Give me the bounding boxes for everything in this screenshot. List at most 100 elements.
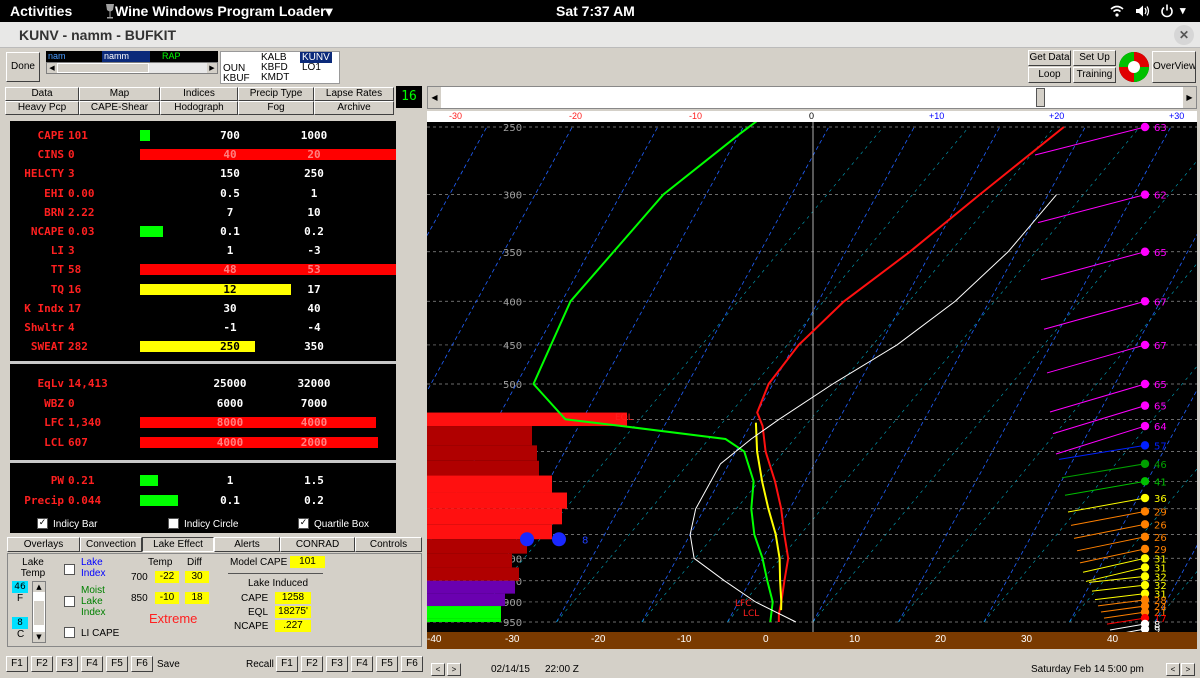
model-option-selected[interactable]: namm	[102, 51, 150, 62]
tab-heavy-pcp[interactable]: Heavy Pcp	[5, 101, 79, 115]
isobar-label: 500	[503, 380, 522, 391]
overview-button[interactable]: OverView	[1152, 51, 1196, 83]
spin-up-icon[interactable]: ▲	[33, 582, 45, 592]
fkey-save-group: F1 F2 F3 F4 F5 F6	[6, 656, 156, 672]
scroll-thumb[interactable]	[57, 63, 149, 73]
skew-t-chart[interactable]: 2503003504004505005506006507007508008509…	[427, 122, 1197, 632]
index-bar	[140, 264, 396, 276]
fkey-button[interactable]: F6	[131, 656, 153, 672]
lake-temp-slider[interactable]: ▲ ▼	[32, 581, 46, 643]
tab-overlays[interactable]: Overlays	[7, 537, 80, 552]
training-button[interactable]: Training	[1073, 67, 1116, 83]
clock[interactable]: Sat 7:37 AM	[556, 3, 635, 19]
time-scroll-thumb[interactable]	[1036, 88, 1045, 107]
index-value: 17	[68, 301, 82, 315]
activities-button[interactable]: Activities	[10, 3, 72, 19]
lake-temp-slider-thumb[interactable]	[33, 600, 45, 626]
tab-convection[interactable]: Convection	[80, 537, 142, 552]
index-row: PW 0.21 1 1.5	[10, 474, 396, 488]
fkey-button[interactable]: F4	[81, 656, 103, 672]
power-icon[interactable]	[1160, 4, 1174, 21]
fkey-button[interactable]: F6	[401, 656, 423, 672]
tab-data[interactable]: Data	[5, 87, 79, 101]
li-cape-checkbox[interactable]	[64, 627, 75, 638]
moisture-bar	[427, 492, 567, 509]
volume-icon[interactable]	[1135, 4, 1151, 21]
quartile-75: 4000	[300, 416, 328, 429]
system-top-bar: Activities Wine Windows Program Loader▾ …	[0, 0, 1200, 22]
index-label: CAPE	[37, 129, 65, 142]
wind-speed-label: 46	[1154, 460, 1167, 471]
lake-temp-f-unit: F	[17, 593, 24, 604]
indicy-circle-checkbox[interactable]	[168, 518, 179, 529]
lcl-label: LCL	[743, 609, 759, 619]
close-icon[interactable]: ✕	[1174, 25, 1194, 45]
quartile-25: 4000	[216, 435, 244, 449]
prev-icon[interactable]: <	[1166, 663, 1180, 676]
scroll-right-icon[interactable]: ▶	[1183, 87, 1196, 108]
indicy-bar-checkbox[interactable]: ✓	[37, 518, 48, 529]
index-row: Shwltr 4 -1 -4	[10, 321, 396, 335]
next-icon[interactable]: >	[447, 663, 461, 676]
tab-archive[interactable]: Archive	[314, 101, 394, 115]
tab-controls[interactable]: Controls	[355, 537, 422, 552]
set-up-button[interactable]: Set Up	[1073, 50, 1116, 66]
index-bar	[140, 130, 151, 141]
fkey-button[interactable]: F4	[351, 656, 373, 672]
prev-icon[interactable]: <	[431, 663, 445, 676]
station-item[interactable]: LO1	[302, 62, 321, 73]
time-scrollbar[interactable]: ◀ ▶	[427, 86, 1197, 109]
top-axis-tick: -10	[689, 111, 703, 121]
index-value: 282	[68, 340, 88, 354]
fkey-button[interactable]: F3	[326, 656, 348, 672]
model-option[interactable]: nam	[48, 51, 66, 61]
next-icon[interactable]: >	[1181, 663, 1195, 676]
fkey-button[interactable]: F1	[6, 656, 28, 672]
bufkit-logo[interactable]	[1118, 51, 1150, 83]
spin-down-icon[interactable]: ▼	[33, 632, 45, 642]
fkey-button[interactable]: F2	[301, 656, 323, 672]
lake-index-checkbox[interactable]	[64, 564, 75, 575]
scroll-left-icon[interactable]: ◀	[47, 63, 57, 73]
model-scrollbar[interactable]: ◀ ▶	[46, 62, 218, 74]
fkey-button[interactable]: F5	[106, 656, 128, 672]
tab-cape-shear[interactable]: CAPE-Shear	[79, 101, 160, 115]
quartile-box-checkbox[interactable]: ✓	[298, 518, 309, 529]
wifi-icon[interactable]	[1110, 4, 1124, 21]
model-option[interactable]: RAP	[162, 51, 181, 61]
wind-barb	[1070, 510, 1146, 526]
tab-map[interactable]: Map	[79, 87, 160, 101]
tab-alerts[interactable]: Alerts	[214, 537, 280, 552]
tab-fog[interactable]: Fog	[238, 101, 314, 115]
fkey-button[interactable]: F1	[276, 656, 298, 672]
tab-indices[interactable]: Indices	[160, 87, 238, 101]
index-label: LCL	[44, 435, 64, 449]
get-data-button[interactable]: Get Data	[1028, 50, 1071, 66]
quartile-25: 250	[220, 340, 240, 354]
station-item[interactable]: KMDT	[261, 72, 289, 83]
moist-lake-index-label: Moist Lake Index	[81, 585, 106, 618]
indicy-bar-label: Indicy Bar	[53, 519, 98, 530]
chevron-down-icon[interactable]: ▾	[1180, 4, 1186, 17]
scroll-left-icon[interactable]: ◀	[428, 87, 441, 108]
index-label: TQ	[50, 282, 64, 296]
tab-conrad[interactable]: CONRAD	[280, 537, 355, 552]
wind-speed-label: 62	[1154, 191, 1167, 202]
tab-lapse-rates[interactable]: Lapse Rates	[314, 87, 394, 101]
tab-precip-type[interactable]: Precip Type	[238, 87, 314, 101]
station-item[interactable]: KBUF	[223, 73, 250, 84]
fkey-button[interactable]: F3	[56, 656, 78, 672]
fkey-button[interactable]: F2	[31, 656, 53, 672]
moist-lake-index-checkbox[interactable]	[64, 596, 75, 607]
done-button[interactable]: Done	[6, 52, 40, 82]
station-list[interactable]: OUN KBUF KALB KBFD KMDT KUNV LO1	[220, 51, 340, 84]
tab-lake-effect[interactable]: Lake Effect	[142, 537, 214, 552]
top-axis-tick: +30	[1169, 111, 1185, 121]
quartile-box-label: Quartile Box	[314, 519, 370, 530]
loop-button[interactable]: Loop	[1028, 67, 1071, 83]
fkey-button[interactable]: F5	[376, 656, 398, 672]
app-menu[interactable]: Wine Windows Program Loader▾	[115, 3, 333, 20]
scroll-right-icon[interactable]: ▶	[207, 63, 217, 73]
tab-hodograph[interactable]: Hodograph	[160, 101, 238, 115]
model-list[interactable]: nam namm RAP	[46, 51, 218, 62]
